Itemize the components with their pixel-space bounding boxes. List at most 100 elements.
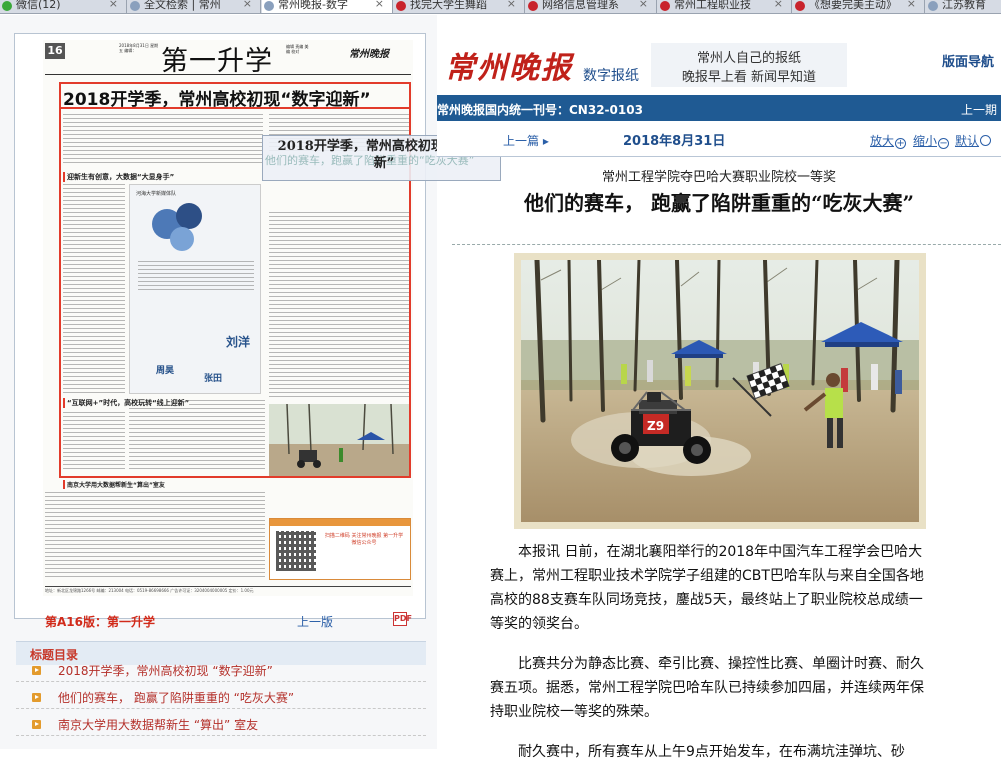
newspaper-logo[interactable]: 常州晚报	[445, 43, 573, 87]
site-icon	[795, 1, 805, 11]
wechat-ad: 扫描二维码 关注常州晚报 第一升学 微信公众号	[269, 518, 411, 580]
infographic-text	[138, 261, 254, 291]
headline-underline	[61, 107, 409, 109]
title-divider	[452, 244, 1001, 245]
close-icon[interactable]: ×	[375, 0, 384, 9]
qr-code	[276, 531, 316, 571]
zoom-default-label[interactable]: 默认	[955, 134, 979, 148]
arrow-bullet-icon	[32, 666, 41, 675]
browser-tab[interactable]: 微信(12) ×	[0, 0, 127, 13]
article-photo-frame: Z9	[514, 253, 926, 529]
infographic-title: 河海大学新媒体队	[136, 191, 177, 197]
close-icon[interactable]: ×	[243, 0, 252, 9]
browser-tab[interactable]: 常州工程职业技 ×	[658, 0, 792, 13]
browser-tab[interactable]: 全文检索 | 常州 ×	[128, 0, 261, 13]
page-icon	[130, 1, 140, 11]
page-date-line: 2018年8月31日 星期五 编辑：	[119, 43, 159, 53]
site-icon	[396, 1, 406, 11]
prev-article-label[interactable]: 上一篇	[503, 134, 539, 148]
article-kicker: 常州工程学院夺巴哈大赛职业院校一等奖	[601, 170, 836, 185]
close-icon[interactable]: ×	[507, 0, 516, 9]
zoom-out-label[interactable]: 缩小	[913, 134, 937, 148]
browser-tab[interactable]: 找完大学生舞蹈 ×	[394, 0, 525, 13]
toc-item-label[interactable]: 2018开学季，常州高校初现 “数字迎新”	[58, 662, 273, 679]
page-number: 16	[45, 43, 65, 59]
page-subheading: “互联网+”时代，高校玩转“线上迎新”	[63, 398, 190, 408]
tab-label: 网络信息管理系	[542, 0, 619, 11]
close-icon[interactable]: ×	[774, 0, 783, 9]
ad-banner-strip	[270, 519, 410, 526]
zoom-out-button[interactable]: 缩小 −	[913, 132, 950, 149]
close-icon[interactable]: ×	[639, 0, 648, 9]
tab-label: 《想要完美主动》	[809, 0, 897, 11]
page-editors: 编辑 责编 美编 校对	[286, 44, 309, 54]
close-icon[interactable]: ×	[907, 0, 916, 9]
layout-nav-link[interactable]: 版面导航	[942, 51, 994, 70]
minus-icon[interactable]: −	[938, 138, 950, 149]
slogan-line-1: 常州人自己的报纸	[696, 51, 801, 66]
article-text-block	[45, 492, 265, 580]
site-icon	[660, 1, 670, 11]
browser-tab-active[interactable]: 常州晚报-数字 ×	[262, 0, 393, 13]
left-panel: 16 2018年8月31日 星期五 编辑： 第一升学 编辑 责编 美编 校对 常…	[0, 15, 501, 749]
page-rule	[45, 74, 411, 75]
article-body: 本报讯 日前，在湖北襄阳举行的2018年中国汽车工程学会巴哈大赛上，常州工程职业…	[490, 540, 930, 764]
page-icon	[928, 1, 938, 11]
prev-page-link[interactable]: 上一版	[297, 613, 333, 630]
toc-item[interactable]: 2018开学季，常州高校初现 “数字迎新”	[16, 659, 426, 682]
newspaper-page-thumbnail[interactable]: 16 2018年8月31日 星期五 编辑： 第一升学 编辑 责编 美编 校对 常…	[43, 40, 413, 596]
infographic-name: 张田	[204, 374, 223, 384]
infographic-name: 刘洋	[226, 335, 251, 349]
slogan-line-2: 晚报早上看 新闻早知道	[681, 70, 817, 85]
browser-tab-bar: 微信(12) × 全文检索 | 常州 × 常州晚报-数字 × 找完大学生舞蹈 ×…	[0, 0, 1001, 14]
close-icon[interactable]: ×	[109, 0, 118, 9]
edition-label: 第A16版：第一升学	[45, 615, 155, 629]
page-section-title: 第一升学	[161, 46, 273, 77]
browser-tab[interactable]: 网络信息管理系 ×	[526, 0, 657, 13]
toc-item-label[interactable]: 南京大学用大数据帮新生 “算出” 室友	[58, 716, 258, 733]
tab-label: 找完大学生舞蹈	[410, 0, 487, 11]
chevron-right-icon: ▸	[542, 134, 549, 148]
zoom-in-button[interactable]: 放大 +	[870, 132, 907, 149]
infographic-name: 周昊	[156, 366, 175, 376]
toc-item-label[interactable]: 他们的赛车， 跑赢了陷阱重重的 “吃灰大赛”	[58, 689, 294, 706]
article-paragraph: 比赛共分为静态比赛、牵引比赛、操控性比赛、单圈计时赛、耐久赛五项。据悉，常州工程…	[490, 656, 924, 720]
browser-tab[interactable]: 《想要完美主动》 ×	[793, 0, 925, 13]
prev-article-link[interactable]: 上一篇 ▸	[503, 132, 549, 149]
plus-icon[interactable]: +	[895, 138, 907, 149]
pdf-icon[interactable]: PDF	[393, 612, 412, 626]
tab-label: 微信(12)	[16, 0, 61, 11]
ad-text: 扫描二维码 关注常州晚报 第一升学 微信公众号	[324, 533, 404, 546]
circle-icon[interactable]	[980, 135, 992, 146]
zoom-default-button[interactable]: 默认	[955, 132, 992, 149]
page-brand: 常州晚报	[349, 49, 389, 60]
arrow-bullet-icon	[32, 693, 41, 702]
masthead: 常州晚报 数字报纸 常州人自己的报纸 晚报早上看 新闻早知道 版面导航	[437, 15, 1001, 95]
infographic: 河海大学新媒体队 周昊 刘洋 张田	[129, 184, 261, 394]
article-photo[interactable]: Z9	[521, 260, 919, 522]
issn-text: 常州晚报国内统一刊号：CN32-0103	[437, 103, 643, 117]
car-number: Z9	[647, 419, 664, 433]
article-paragraph: 本报讯 日前，在湖北襄阳举行的2018年中国汽车工程学会巴哈大赛上，常州工程职业…	[490, 544, 924, 632]
article-toolbar: 上一篇 ▸ 2018年8月31日 放大 + 缩小 − 默认	[437, 121, 1001, 157]
page-footnote-headline: 南京大学用大数据帮新生“算出”室友	[63, 480, 165, 489]
zoom-in-label[interactable]: 放大	[870, 134, 894, 148]
wechat-icon	[2, 1, 12, 11]
tab-label: 常州晚报-数字	[278, 0, 348, 11]
article-title: 他们的赛车， 跑赢了陷阱重重的“吃灰大赛”	[524, 191, 914, 215]
infographic-circle	[176, 203, 202, 229]
issn-bar: 常州晚报国内统一刊号：CN32-0103 上一期	[437, 95, 1001, 121]
tab-label: 常州工程职业技	[674, 0, 751, 11]
toc-item[interactable]: 他们的赛车， 跑赢了陷阱重重的 “吃灰大赛”	[16, 686, 426, 709]
tab-label: 江苏教育	[942, 0, 986, 11]
arrow-bullet-icon	[32, 720, 41, 729]
article-date: 2018年8月31日	[623, 134, 726, 149]
toc-item[interactable]: 南京大学用大数据帮新生 “算出” 室友	[16, 713, 426, 736]
page-photo-thumbnail	[269, 404, 409, 476]
browser-tab[interactable]: 江苏教育	[926, 0, 1001, 13]
page-footer: 地址：新北区龙锦路1266号 邮编：213004 电话：0519-8669866…	[45, 586, 411, 594]
infographic-circle	[170, 227, 194, 251]
page-subheading: 迎新生有创意，大数据“大显身手”	[63, 172, 175, 182]
prev-issue-link[interactable]: 上一期	[961, 101, 997, 118]
digital-edition-label: 数字报纸	[583, 68, 639, 84]
